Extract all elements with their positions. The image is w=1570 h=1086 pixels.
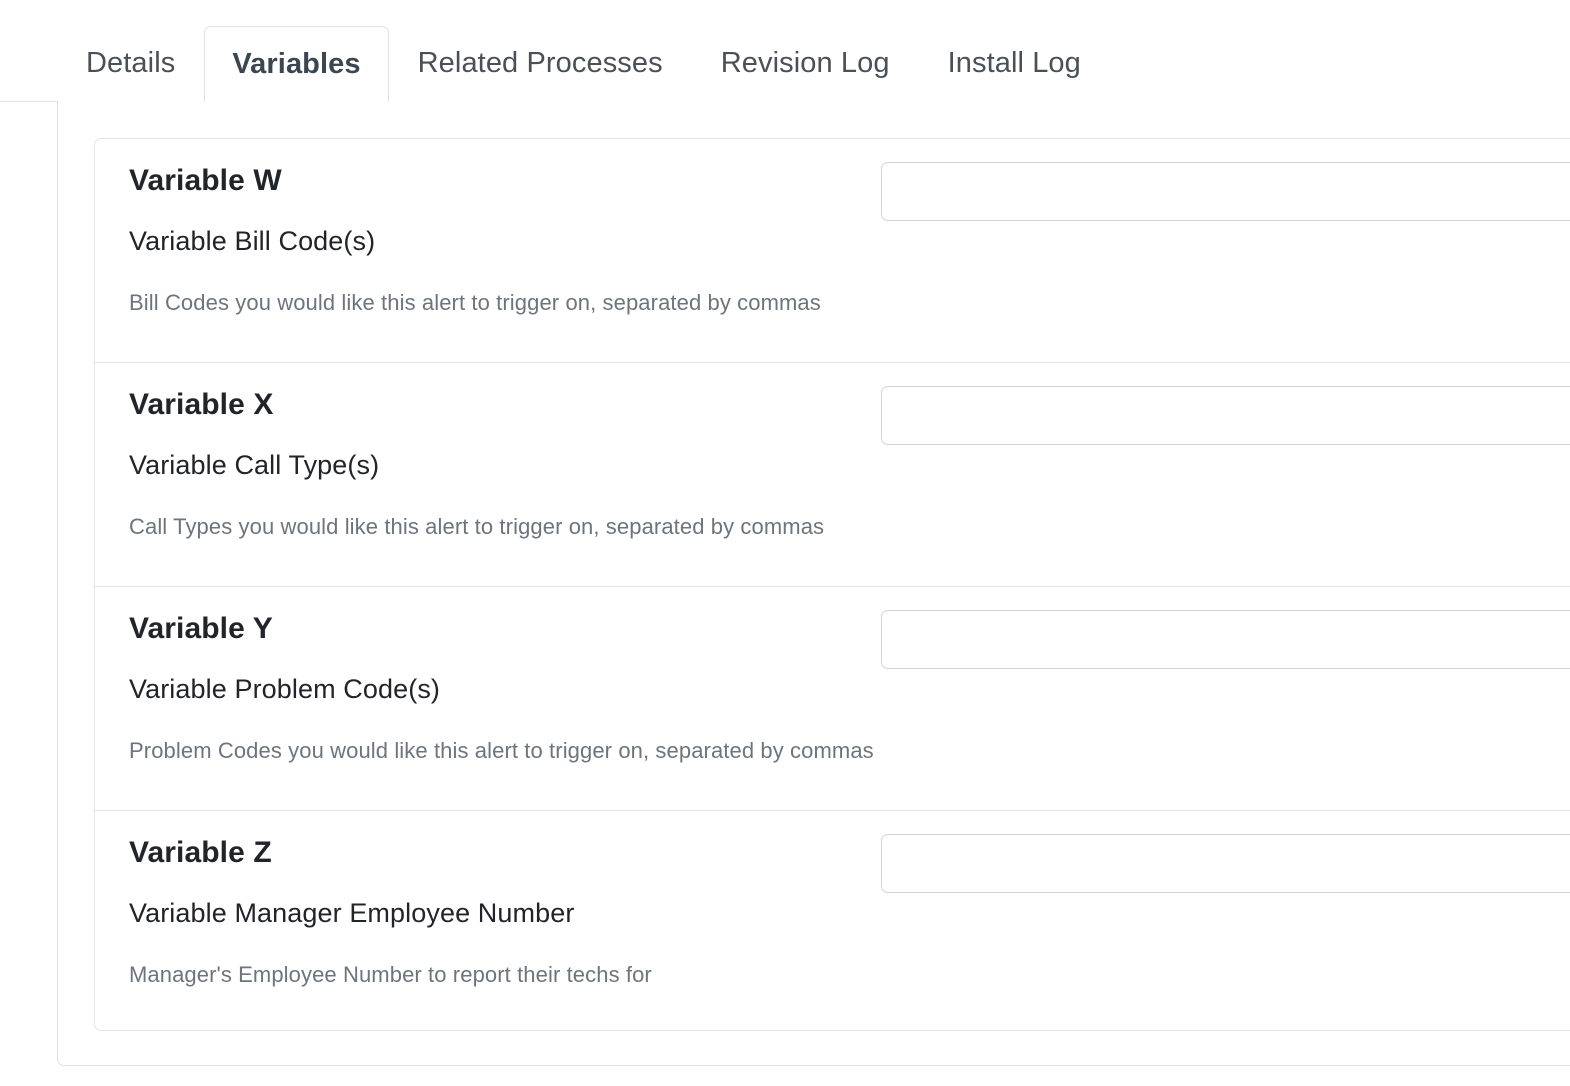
variable-info: Variable X Variable Call Type(s) Call Ty… bbox=[129, 363, 889, 542]
variable-help-text: Call Types you would like this alert to … bbox=[129, 514, 825, 540]
variable-label: Variable Problem Code(s) bbox=[129, 673, 441, 704]
variables-list: Variable W Variable Bill Code(s) Bill Co… bbox=[94, 138, 1570, 1031]
tab-label: Install Log bbox=[947, 47, 1081, 79]
tab-variables[interactable]: Variables bbox=[204, 26, 389, 102]
variable-row: Variable Z Variable Manager Employee Num… bbox=[95, 811, 1570, 1030]
variable-info: Variable W Variable Bill Code(s) Bill Co… bbox=[129, 139, 889, 318]
variable-label: Variable Bill Code(s) bbox=[129, 225, 376, 256]
variable-label: Variable Call Type(s) bbox=[129, 449, 380, 480]
variable-label: Variable Manager Employee Number bbox=[129, 897, 575, 928]
variable-help-text: Manager's Employee Number to report thei… bbox=[129, 962, 652, 988]
variable-x-input[interactable] bbox=[881, 386, 1570, 445]
variable-help-text: Problem Codes you would like this alert … bbox=[129, 738, 874, 764]
variable-z-input[interactable] bbox=[881, 834, 1570, 893]
tab-install-log[interactable]: Install Log bbox=[919, 25, 1110, 101]
tab-strip: Details Variables Related Processes Revi… bbox=[57, 25, 1110, 102]
variables-page: Details Variables Related Processes Revi… bbox=[0, 0, 1570, 1086]
tab-content-panel: Variable W Variable Bill Code(s) Bill Co… bbox=[57, 101, 1570, 1066]
variable-title: Variable W bbox=[129, 164, 282, 197]
tab-label: Related Processes bbox=[417, 47, 663, 79]
variable-title: Variable Y bbox=[129, 612, 273, 645]
variable-title: Variable X bbox=[129, 388, 274, 421]
tab-related-processes[interactable]: Related Processes bbox=[389, 25, 692, 101]
variable-help-text: Bill Codes you would like this alert to … bbox=[129, 290, 821, 316]
tab-label: Details bbox=[86, 47, 176, 79]
tab-label: Variables bbox=[232, 48, 361, 80]
variable-row: Variable Y Variable Problem Code(s) Prob… bbox=[95, 587, 1570, 811]
variable-info: Variable Z Variable Manager Employee Num… bbox=[129, 811, 889, 990]
tab-label: Revision Log bbox=[720, 47, 890, 79]
tab-revision-log[interactable]: Revision Log bbox=[692, 25, 919, 101]
tab-details[interactable]: Details bbox=[57, 25, 204, 101]
variable-info: Variable Y Variable Problem Code(s) Prob… bbox=[129, 587, 889, 766]
variable-w-input[interactable] bbox=[881, 162, 1570, 221]
variable-title: Variable Z bbox=[129, 836, 272, 869]
variable-row: Variable X Variable Call Type(s) Call Ty… bbox=[95, 363, 1570, 587]
variable-y-input[interactable] bbox=[881, 610, 1570, 669]
tab-bar: Details Variables Related Processes Revi… bbox=[0, 0, 1570, 102]
variable-row: Variable W Variable Bill Code(s) Bill Co… bbox=[95, 139, 1570, 363]
